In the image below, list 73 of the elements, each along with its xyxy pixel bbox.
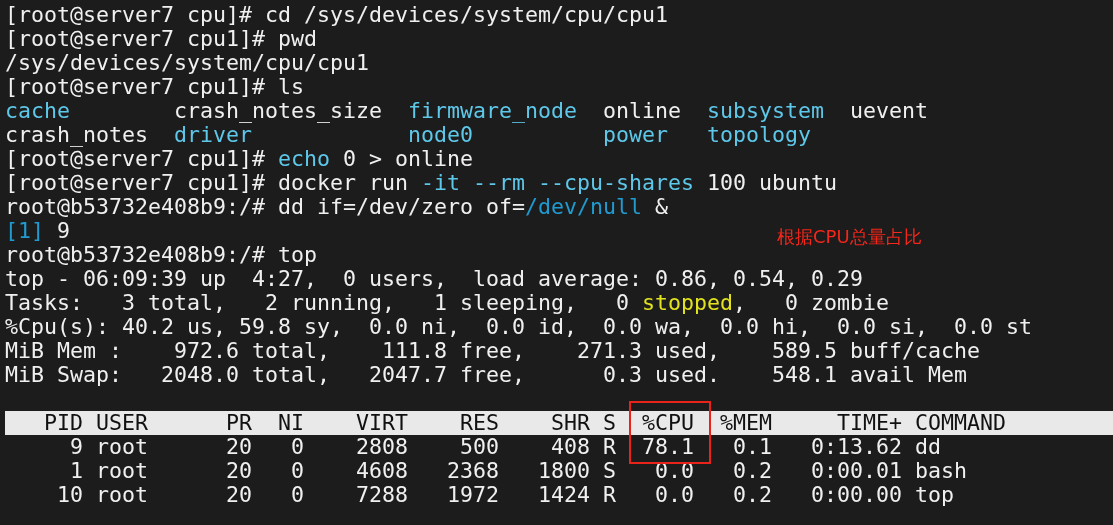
table-cell-text: R	[602, 483, 616, 507]
directory-entry: driver	[174, 123, 252, 147]
table-cell-text: 0:13.62	[810, 435, 902, 459]
table-cell-text: 7288	[355, 483, 408, 507]
table-cell-text: 0:00.01	[810, 459, 902, 483]
table-cell-text: 20	[225, 459, 252, 483]
table-cell-text: 20	[225, 483, 252, 507]
column-header: COMMAND	[914, 411, 1007, 435]
table-cell-text: root	[95, 483, 149, 507]
terminal-line: Tasks: 3 total, 2 running, 1 sleeping, 0 stopped, 0 zombie	[5, 291, 890, 315]
table-cell-text: 9	[69, 435, 83, 459]
table-cell-text: 0	[290, 435, 304, 459]
column-header: S	[602, 411, 616, 435]
table-cell-text: 4608	[355, 459, 408, 483]
terminal-line: root@b53732e408b9:/# dd if=/dev/zero of=/dev/null &	[5, 195, 669, 219]
table-cell-text: root	[95, 459, 149, 483]
table-cell-text: 0	[290, 459, 304, 483]
table-cell-text: 2808	[355, 435, 408, 459]
column-header: USER	[95, 411, 149, 435]
file-entry: crash_notes	[5, 123, 148, 147]
column-header: PID	[43, 411, 83, 435]
column-header: PR	[225, 411, 252, 435]
terminal-line: [root@server7 cpu1]# ls	[5, 75, 304, 99]
terminal-line: [root@server7 cpu1]# echo 0 > online	[5, 147, 474, 171]
directory-entry: topology	[707, 123, 811, 147]
terminal-line: MiB Mem : 972.6 total, 111.8 free, 271.3 used, 589.5 buff/cache	[5, 339, 981, 363]
directory-entry: cache	[5, 99, 70, 123]
file-entry: crash_notes_size	[174, 99, 382, 123]
directory-entry: firmware_node	[408, 99, 577, 123]
table-cell-text: root	[95, 435, 149, 459]
table-cell-text: 1800	[537, 459, 590, 483]
column-header: SHR	[550, 411, 590, 435]
terminal-line: MiB Swap: 2048.0 total, 2047.7 free, 0.3 used. 548.1 avail Mem	[5, 363, 968, 387]
table-cell-text: 1	[69, 459, 83, 483]
table-cell-text: 1424	[537, 483, 590, 507]
column-header: %MEM	[719, 411, 772, 435]
table-cell-text: 500	[459, 435, 499, 459]
table-cell-text: 0.2	[732, 459, 772, 483]
table-cell-text: 78.1	[641, 435, 694, 459]
column-header: RES	[459, 411, 499, 435]
file-entry: online	[603, 99, 681, 123]
column-header: VIRT	[355, 411, 408, 435]
table-cell-text: dd	[914, 435, 942, 459]
column-header: %CPU	[641, 411, 694, 435]
table-cell-text: R	[602, 435, 616, 459]
directory-entry: node0	[408, 123, 473, 147]
terminal-line: root@b53732e408b9:/# top	[5, 243, 317, 267]
table-cell-text: 0.2	[732, 483, 772, 507]
column-header: TIME+	[836, 411, 902, 435]
terminal-line: %Cpu(s): 40.2 us, 59.8 sy, 0.0 ni, 0.0 id, 0.0 wa, 0.0 hi, 0.0 si, 0.0 st	[5, 315, 1033, 339]
table-cell-text: 10	[56, 483, 83, 507]
table-cell-text: 1972	[446, 483, 499, 507]
table-cell-text: 2368	[446, 459, 499, 483]
table-cell-text: 0.0	[654, 483, 694, 507]
table-cell-text: 408	[550, 435, 590, 459]
directory-entry: subsystem	[707, 99, 824, 123]
terminal-line: [1] 9	[5, 219, 71, 243]
column-header: NI	[277, 411, 304, 435]
table-cell-text: S	[602, 459, 616, 483]
terminal-line: [root@server7 cpu]# cd /sys/devices/system/cpu/cpu1	[5, 3, 669, 27]
terminal-line: [root@server7 cpu1]# pwd	[5, 27, 317, 51]
table-cell-text: top	[914, 483, 955, 507]
file-entry: uevent	[850, 99, 928, 123]
table-cell-text: 0.1	[732, 435, 772, 459]
terminal-line: top - 06:09:39 up 4:27, 0 users, load average: 0.86, 0.54, 0.29	[5, 267, 864, 291]
table-cell-text: 0	[290, 483, 304, 507]
terminal-line: [root@server7 cpu1]# docker run -it --rm --cpu-shares 100 ubuntu	[5, 171, 838, 195]
terminal-line: /sys/devices/system/cpu/cpu1	[5, 51, 369, 75]
table-cell-text: 20	[225, 435, 252, 459]
table-cell-text: 0:00.00	[810, 483, 902, 507]
annotation-text: 根据CPU总量占比	[777, 225, 922, 249]
table-cell-text: bash	[914, 459, 968, 483]
directory-entry: power	[603, 123, 668, 147]
